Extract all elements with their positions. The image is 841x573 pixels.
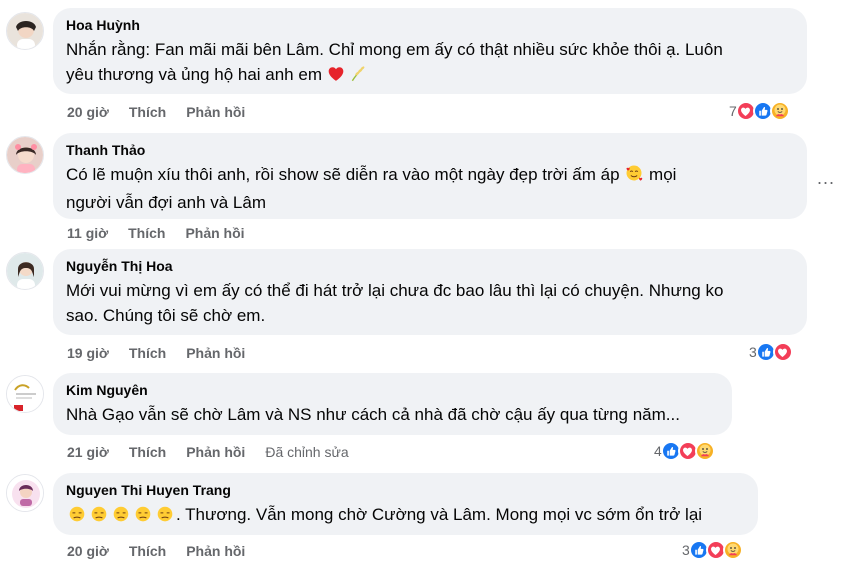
like-button[interactable]: Thích (128, 225, 165, 241)
comment-text-line: Có lẽ muộn xíu thôi anh, rồi show sẽ diễ… (66, 162, 794, 190)
comment-text-line-content: . Thương. Vẫn mong chờ Cường và Lâm. Mon… (176, 505, 703, 524)
comment-actions: 21 giờ Thích Phản hồi Đã chỉnh sửa (67, 444, 369, 460)
tired-face-emoji-icon (132, 505, 154, 530)
reaction-summary[interactable]: 7 (729, 101, 790, 121)
comment-time[interactable]: 21 giờ (67, 444, 109, 460)
comment-time[interactable]: 20 giờ (67, 543, 109, 559)
comment-text: Nhà Gạo vẫn sẽ chờ Lâm và NS như cách cả… (66, 402, 719, 427)
comment-author[interactable]: Kim Nguyên (66, 381, 719, 399)
avatar[interactable] (6, 375, 44, 413)
comment-bubble: Kim Nguyên Nhà Gạo vẫn sẽ chờ Lâm và NS … (53, 373, 732, 435)
care-icon (769, 101, 790, 121)
like-button[interactable]: Thích (129, 444, 166, 460)
avatar-image (7, 475, 43, 511)
reply-button[interactable]: Phản hồi (186, 543, 245, 559)
comment-text: Nhắn rằng: Fan mãi mãi bên Lâm. Chỉ mong… (66, 37, 794, 90)
avatar-image (7, 376, 43, 412)
comment-text-line: Nhà Gạo vẫn sẽ chờ Lâm và NS như cách cả… (66, 405, 680, 424)
comment-text: Có lẽ muộn xíu thôi anh, rồi show sẽ diễ… (66, 162, 794, 215)
heart-emoji-icon (327, 65, 345, 90)
comment-author[interactable]: Nguyen Thi Huyen Trang (66, 481, 745, 499)
comment-time[interactable]: 19 giờ (67, 345, 109, 361)
comment-author[interactable]: Nguyễn Thị Hoa (66, 257, 794, 275)
comment-author[interactable]: Thanh Thảo (66, 141, 794, 159)
like-button[interactable]: Thích (129, 345, 166, 361)
comment-text-line-tail: mọi (649, 165, 677, 184)
avatar[interactable] (6, 252, 44, 290)
comment-bubble: Nguyễn Thị Hoa Mới vui mừng vì em ấy có … (53, 249, 807, 335)
love-icon (772, 342, 793, 362)
comment-text-line: Nhắn rằng: Fan mãi mãi bên Lâm. Chỉ mong… (66, 40, 723, 59)
comment-actions: 11 giờ Thích Phản hồi (67, 225, 265, 241)
care-icon (694, 441, 715, 461)
comment-text-line: Mới vui mừng vì em ấy có thể đi hát trở … (66, 281, 724, 300)
reply-button[interactable]: Phản hồi (186, 444, 245, 460)
rice-emoji-icon (349, 65, 367, 90)
edited-label[interactable]: Đã chỉnh sửa (265, 444, 348, 460)
reply-button[interactable]: Phản hồi (185, 225, 244, 241)
comment-text-line: yêu thương và ủng hộ hai anh em (66, 62, 794, 90)
like-button[interactable]: Thích (129, 104, 166, 120)
comment-bubble: Nguyen Thi Huyen Trang . Thương. Vẫn mon… (53, 473, 758, 535)
avatar[interactable] (6, 12, 44, 50)
like-button[interactable]: Thích (129, 543, 166, 559)
comment-time[interactable]: 11 giờ (67, 225, 108, 241)
comment-actions: 20 giờ Thích Phản hồi (67, 104, 265, 120)
comment-bubble: Hoa Huỳnh Nhắn rằng: Fan mãi mãi bên Lâm… (53, 8, 807, 94)
avatar-image (7, 13, 43, 49)
tired-face-emoji-icon (66, 505, 88, 530)
comment-time[interactable]: 20 giờ (67, 104, 109, 120)
reaction-summary[interactable]: 3 (682, 540, 743, 560)
comment-actions: 20 giờ Thích Phản hồi (67, 543, 265, 559)
avatar-image (7, 137, 43, 173)
comment-text-line-content: Có lẽ muộn xíu thôi anh, rồi show sẽ diễ… (66, 165, 620, 184)
comment-text: . Thương. Vẫn mong chờ Cường và Lâm. Mon… (66, 502, 745, 530)
comment-author[interactable]: Hoa Huỳnh (66, 16, 794, 34)
reaction-summary[interactable]: 4 (654, 441, 715, 461)
more-options-icon[interactable]: ... (817, 168, 835, 189)
avatar[interactable] (6, 136, 44, 174)
comment-bubble: Thanh Thảo Có lẽ muộn xíu thôi anh, rồi … (53, 133, 807, 219)
comment-actions: 19 giờ Thích Phản hồi (67, 345, 265, 361)
smiling-hearts-emoji-icon (624, 163, 644, 190)
reaction-summary[interactable]: 3 (749, 342, 793, 362)
reply-button[interactable]: Phản hồi (186, 104, 245, 120)
tired-face-emoji-icon (88, 505, 110, 530)
reply-button[interactable]: Phản hồi (186, 345, 245, 361)
avatar-image (7, 253, 43, 289)
comment-text: Mới vui mừng vì em ấy có thể đi hát trở … (66, 278, 794, 328)
avatar[interactable] (6, 474, 44, 512)
care-icon (722, 540, 743, 560)
comment-text-line: sao. Chúng tôi sẽ chờ em. (66, 306, 266, 325)
tired-face-emoji-icon (110, 505, 132, 530)
comment-text-line: người vẫn đợi anh và Lâm (66, 193, 267, 212)
comment-text-line: . Thương. Vẫn mong chờ Cường và Lâm. Mon… (66, 502, 745, 530)
tired-face-emoji-icon (154, 505, 176, 530)
comment-text-line-content: yêu thương và ủng hộ hai anh em (66, 65, 322, 84)
